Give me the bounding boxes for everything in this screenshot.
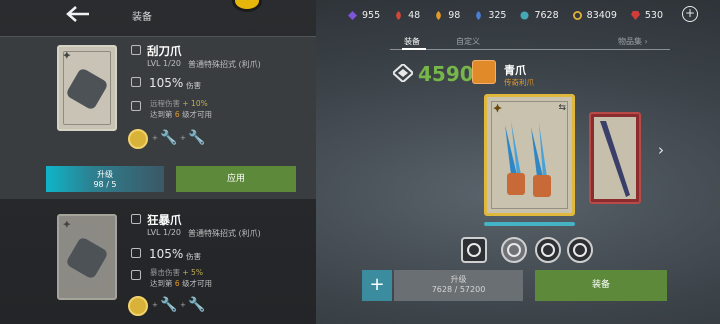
ability-slash-icon[interactable] [501, 237, 527, 263]
weapon-name: 青爪 [504, 64, 526, 77]
play-slot-icon [128, 296, 148, 316]
currency-purple-gem: 955 [348, 7, 380, 23]
wing-icon: ⯌ [493, 101, 503, 115]
blade-weapon-art [600, 121, 630, 197]
ruby-icon [630, 10, 640, 20]
orange-flame-icon [436, 10, 442, 20]
item-name: 狂暴爪 [147, 213, 182, 227]
tab-item-sets[interactable]: 物品集 › [618, 36, 648, 47]
currency-gold-coin: 83409 [572, 7, 617, 23]
top-bar: 装备 955 48 98 325 7628 83409 530 + [0, 0, 720, 30]
item-card-thumbnail: ⯌ [57, 45, 117, 131]
damage-value: 105% [149, 76, 184, 90]
unlock-note: 达到第 6 级才可用 [150, 110, 213, 119]
upgrade-button[interactable]: 升级 98 / 5 [46, 166, 164, 192]
swap-icon: ⇆ [558, 103, 566, 113]
bonus-line: 远程伤害 + 10% [150, 99, 208, 108]
currency-red-flame: 48 [394, 7, 420, 23]
shield-icon [131, 77, 141, 87]
weapon-card-selected[interactable]: ⯌ ⇆ [484, 94, 575, 216]
damage-value: 105% [149, 247, 184, 261]
ability-hex-icon[interactable] [461, 237, 487, 263]
list-item[interactable]: ⯌ 狂暴爪 LVL 1/20 普通特殊招式 (利爪) 105% 伤害 暴击伤害 … [0, 204, 316, 324]
wrench-icon: 🔧 [188, 130, 206, 146]
play-slot-icon [128, 129, 148, 149]
tab-active-indicator [402, 48, 426, 50]
wrench-icon: 🔧 [188, 297, 206, 313]
ability-swirl-icon[interactable] [535, 237, 561, 263]
item-name: 刮刀爪 [147, 44, 182, 58]
item-desc: 普通特殊招式 (利爪) [188, 60, 261, 69]
ability-swirl-icon[interactable] [567, 237, 593, 263]
currency-orange-flame: 98 [434, 7, 460, 23]
damage-label: 伤害 [186, 252, 201, 261]
tab-equip[interactable]: 装备 [404, 36, 420, 47]
unlock-note: 达到第 6 级才可用 [150, 279, 213, 288]
bonus-line: 暴击伤害 + 5% [150, 268, 203, 277]
wrench-icon: 🔧 [160, 130, 178, 146]
card-icon [131, 214, 141, 224]
selected-indicator [484, 222, 575, 226]
item-card-thumbnail: ⯌ [57, 214, 117, 300]
add-button[interactable]: + [362, 270, 392, 301]
power-icon [393, 64, 413, 82]
apply-button[interactable]: 应用 [176, 166, 296, 192]
red-flame-icon [396, 10, 402, 20]
power-value: 4590 [418, 62, 474, 86]
tab-bar: 装备 自定义 物品集 › [390, 32, 670, 50]
wing-icon: ⯌ [63, 219, 71, 230]
item-level: LVL 1/20 [147, 228, 182, 237]
currency-ruby: 530 [630, 7, 663, 23]
lock-icon [131, 270, 141, 280]
list-item-selected[interactable]: ⯌ 刮刀爪 LVL 1/20 普通特殊招式 (利爪) 105% 伤害 远程伤害 … [0, 36, 316, 199]
back-arrow-icon[interactable] [64, 4, 92, 24]
chevron-right-icon: › [644, 37, 648, 46]
damage-label: 伤害 [186, 81, 201, 90]
equip-button[interactable]: 装备 [535, 270, 667, 301]
item-level: LVL 1/20 [147, 59, 182, 68]
purple-gem-icon [348, 10, 357, 20]
weapon-type: 传奇利爪 [504, 78, 534, 87]
item-desc: 普通特殊招式 (利爪) [188, 229, 261, 238]
weapon-card-next[interactable] [589, 112, 641, 204]
page-title: 装备 [132, 12, 152, 23]
currency-bar: 955 48 98 325 7628 83409 530 [348, 7, 677, 23]
add-currency-plus-icon[interactable]: + [682, 6, 698, 22]
claw-weapon-art [505, 121, 551, 197]
faction-emblem-icon [232, 0, 262, 12]
lock-icon [131, 101, 141, 111]
currency-blue-flame: 325 [474, 7, 506, 23]
upgrade-weapon-button[interactable]: 升级 7628 / 57200 [394, 270, 523, 301]
legendary-rarity-icon [472, 60, 496, 84]
card-icon [131, 45, 141, 55]
teal-coin-icon [520, 10, 530, 20]
shield-icon [131, 248, 141, 258]
wrench-icon: 🔧 [160, 297, 178, 313]
blue-flame-icon [476, 10, 482, 20]
gold-coin-icon [572, 10, 582, 20]
tab-customize[interactable]: 自定义 [456, 36, 480, 47]
wing-icon: ⯌ [63, 50, 71, 61]
chevron-right-icon[interactable]: › [658, 141, 664, 159]
currency-teal-coin: 7628 [520, 7, 559, 23]
